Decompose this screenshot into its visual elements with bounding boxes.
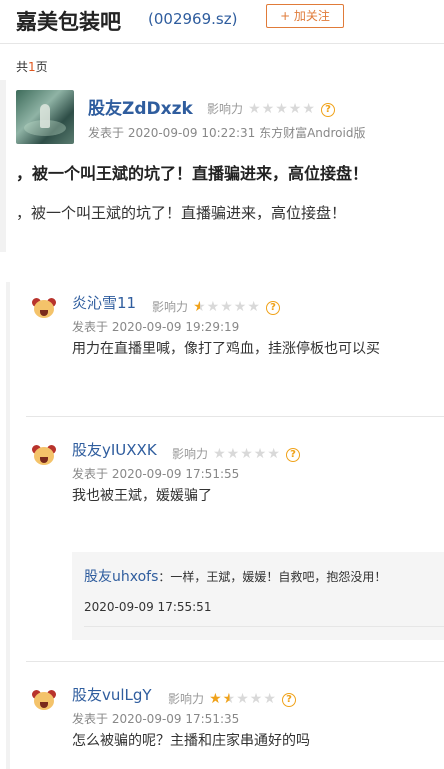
star-icon: ★ bbox=[226, 446, 241, 462]
post-side-rule bbox=[0, 80, 6, 252]
star-icon: ★ bbox=[249, 691, 264, 707]
star-icon: ★ bbox=[206, 299, 221, 315]
star-icon: ★ bbox=[253, 446, 268, 462]
quote-time: 2020-09-09 17:55:51 bbox=[84, 600, 212, 614]
star-icon: ★ bbox=[275, 101, 289, 117]
impact-stars: ★★★★★ bbox=[209, 691, 277, 707]
star-icon: ★ bbox=[209, 691, 223, 707]
reply-side-rule bbox=[6, 282, 10, 769]
quote-author[interactable]: 股友uhxofs bbox=[84, 569, 158, 585]
impact-label: 影响力 bbox=[152, 300, 189, 314]
star-icon: ★ bbox=[247, 299, 261, 315]
avatar-figure bbox=[40, 104, 50, 128]
reply-impact: 影响力 ★★★★★ ? bbox=[168, 688, 297, 707]
reply-meta: 发表于 2020-09-09 19:29:19 bbox=[72, 320, 240, 334]
post-title: ，被一个叫王斌的坑了！直播骗进来，高位接盘！ bbox=[16, 164, 369, 183]
page-count-suffix: 页 bbox=[35, 60, 48, 74]
quoted-reply: 股友uhxofs：一样，王斌，媛媛！自救吧，抱怨没用！ 2020-09-09 1… bbox=[72, 552, 444, 640]
star-icon: ★ bbox=[193, 299, 207, 315]
reply-list: 炎沁雪11 影响力 ★★★★★ ? 发表于 2020-09-09 19:29:1… bbox=[0, 282, 444, 769]
star-icon: ★ bbox=[222, 691, 237, 707]
impact-label: 影响力 bbox=[172, 447, 209, 461]
page-count: 共1页 bbox=[16, 58, 48, 75]
reply-impact: 影响力 ★★★★★ ? bbox=[172, 443, 301, 462]
impact-stars: ★★★★★ bbox=[213, 446, 281, 462]
star-icon: ★ bbox=[233, 299, 248, 315]
reply-meta: 发表于 2020-09-09 17:51:35 bbox=[72, 712, 240, 726]
star-icon: ★ bbox=[261, 101, 276, 117]
quote-line: 股友uhxofs：一样，王斌，媛媛！自救吧，抱怨没用！ bbox=[84, 566, 386, 586]
star-icon: ★ bbox=[288, 101, 303, 117]
post-author-avatar[interactable] bbox=[16, 90, 74, 144]
page-count-number[interactable]: 1 bbox=[28, 60, 36, 74]
bar-header: 嘉美包装吧 (002969.sz) + 加关注 bbox=[0, 0, 444, 44]
reply-author[interactable]: 股友vulLgY bbox=[72, 684, 152, 705]
reply-text: 怎么被骗的呢？主播和庄家串通好的吗 bbox=[72, 733, 310, 749]
stock-code-link[interactable]: (002969.sz) bbox=[148, 10, 237, 28]
star-icon: ★ bbox=[213, 446, 227, 462]
quote-text: ：一样，王斌，媛媛！自救吧，抱怨没用！ bbox=[158, 570, 387, 584]
star-icon: ★ bbox=[263, 691, 277, 707]
reply-text: 用力在直播里喊，像打了鸡血，挂涨停板也可以买 bbox=[72, 341, 380, 357]
cartoon-avatar-icon[interactable] bbox=[32, 690, 56, 712]
post-impact: 影响力 ★★★★★ ? bbox=[207, 98, 336, 117]
follow-button[interactable]: + 加关注 bbox=[266, 4, 344, 28]
page-count-prefix: 共 bbox=[16, 60, 29, 74]
reply-item: 股友yIUXXK 影响力 ★★★★★ ? 发表于 2020-09-09 17:5… bbox=[26, 439, 444, 519]
impact-stars: ★★★★★ bbox=[193, 299, 261, 315]
quote-divider bbox=[84, 626, 444, 627]
question-circle-icon[interactable]: ? bbox=[282, 693, 297, 707]
cartoon-avatar-icon[interactable] bbox=[32, 298, 56, 320]
reply-divider bbox=[26, 661, 444, 662]
post-meta: 发表于 2020-09-09 10:22:31 东方财富Android版 bbox=[88, 126, 366, 140]
question-circle-icon[interactable]: ? bbox=[266, 301, 281, 315]
star-icon: ★ bbox=[236, 691, 250, 707]
reply-meta: 发表于 2020-09-09 17:51:55 bbox=[72, 467, 240, 481]
star-icon: ★ bbox=[302, 101, 316, 117]
question-circle-icon[interactable]: ? bbox=[286, 448, 301, 462]
impact-stars: ★★★★★ bbox=[248, 101, 316, 117]
star-icon: ★ bbox=[240, 446, 254, 462]
star-icon: ★ bbox=[220, 299, 234, 315]
question-circle-icon[interactable]: ? bbox=[321, 103, 336, 117]
reply-author[interactable]: 股友yIUXXK bbox=[72, 439, 157, 460]
bar-name[interactable]: 嘉美包装吧 bbox=[16, 6, 121, 36]
reply-impact: 影响力 ★★★★★ ? bbox=[152, 296, 281, 315]
post-author-name[interactable]: 股友ZdDxzk bbox=[88, 94, 193, 119]
impact-label: 影响力 bbox=[207, 102, 244, 116]
post-body: ，被一个叫王斌的坑了！直播骗进来，高位接盘！ bbox=[16, 204, 347, 222]
star-icon: ★ bbox=[248, 101, 262, 117]
reply-item: 炎沁雪11 影响力 ★★★★★ ? 发表于 2020-09-09 19:29:1… bbox=[26, 292, 444, 372]
impact-label: 影响力 bbox=[168, 692, 205, 706]
reply-text: 我也被王斌，媛媛骗了 bbox=[72, 488, 212, 504]
reply-item: 股友vulLgY 影响力 ★★★★★ ? 发表于 2020-09-09 17:5… bbox=[26, 684, 444, 764]
star-icon: ★ bbox=[267, 446, 281, 462]
cartoon-avatar-icon[interactable] bbox=[32, 445, 56, 467]
reply-divider bbox=[26, 416, 444, 417]
reply-author[interactable]: 炎沁雪11 bbox=[72, 292, 136, 313]
